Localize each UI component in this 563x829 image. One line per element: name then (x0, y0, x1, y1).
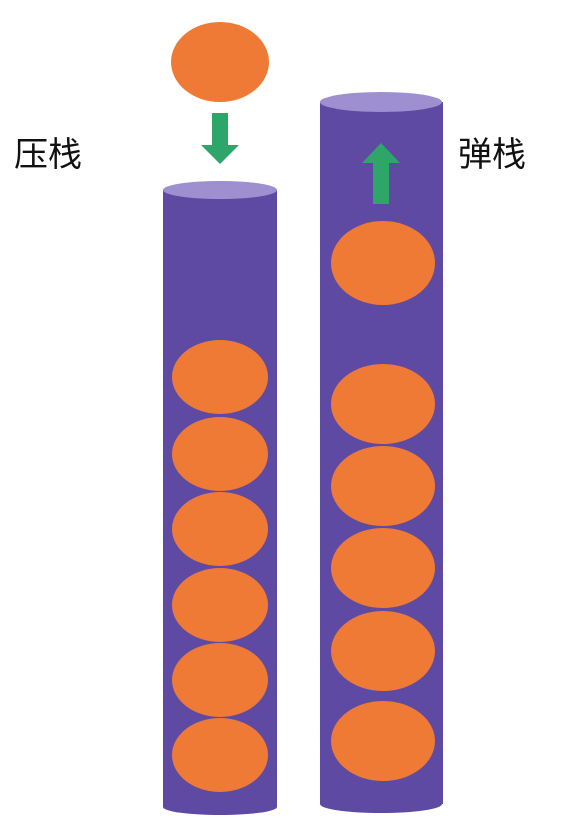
push-stack-ball (172, 340, 268, 414)
incoming-ball (171, 22, 269, 102)
pop-stack-ball (331, 446, 435, 526)
pop-stack-ball (331, 611, 435, 691)
push-arrow-down-icon (201, 113, 239, 164)
pop-stack-balls (331, 364, 435, 781)
push-stack-ball (172, 643, 268, 717)
push-stack-ball (172, 492, 268, 566)
push-stack-ball (172, 417, 268, 491)
stack-diagram (163, 22, 443, 815)
pop-stack-ball (331, 701, 435, 781)
outgoing-ball (331, 221, 435, 305)
push-stack-ball (172, 718, 268, 792)
push-stack-ball (172, 568, 268, 642)
pop-stack-ball (331, 528, 435, 608)
pop-stack-ball (331, 364, 435, 444)
